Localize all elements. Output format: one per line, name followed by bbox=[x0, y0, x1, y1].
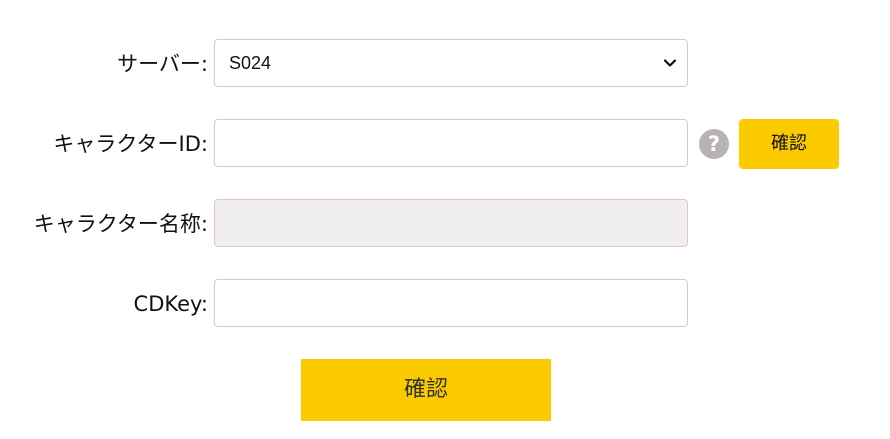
cdkey-input[interactable] bbox=[214, 279, 688, 327]
server-select-value: S024 bbox=[229, 53, 272, 73]
character-name-label: キャラクター名称: bbox=[33, 212, 208, 236]
character-id-input[interactable] bbox=[214, 119, 688, 167]
character-id-label: キャラクターID: bbox=[53, 132, 208, 156]
chevron-down-icon bbox=[663, 59, 677, 67]
character-id-row: キャラクターID: ? 確認 bbox=[0, 119, 890, 169]
character-name-field bbox=[214, 199, 688, 247]
character-name-row: キャラクター名称: bbox=[0, 199, 890, 249]
check-character-button[interactable]: 確認 bbox=[739, 119, 839, 169]
server-row: サーバー: S024 bbox=[0, 39, 890, 89]
cdkey-row: CDKey: bbox=[0, 279, 890, 329]
server-select[interactable]: S024 bbox=[214, 39, 688, 87]
question-mark-icon[interactable]: ? bbox=[699, 129, 729, 159]
server-label: サーバー: bbox=[117, 52, 208, 76]
cdkey-label: CDKey: bbox=[133, 292, 208, 316]
submit-button[interactable]: 確認 bbox=[301, 359, 551, 421]
